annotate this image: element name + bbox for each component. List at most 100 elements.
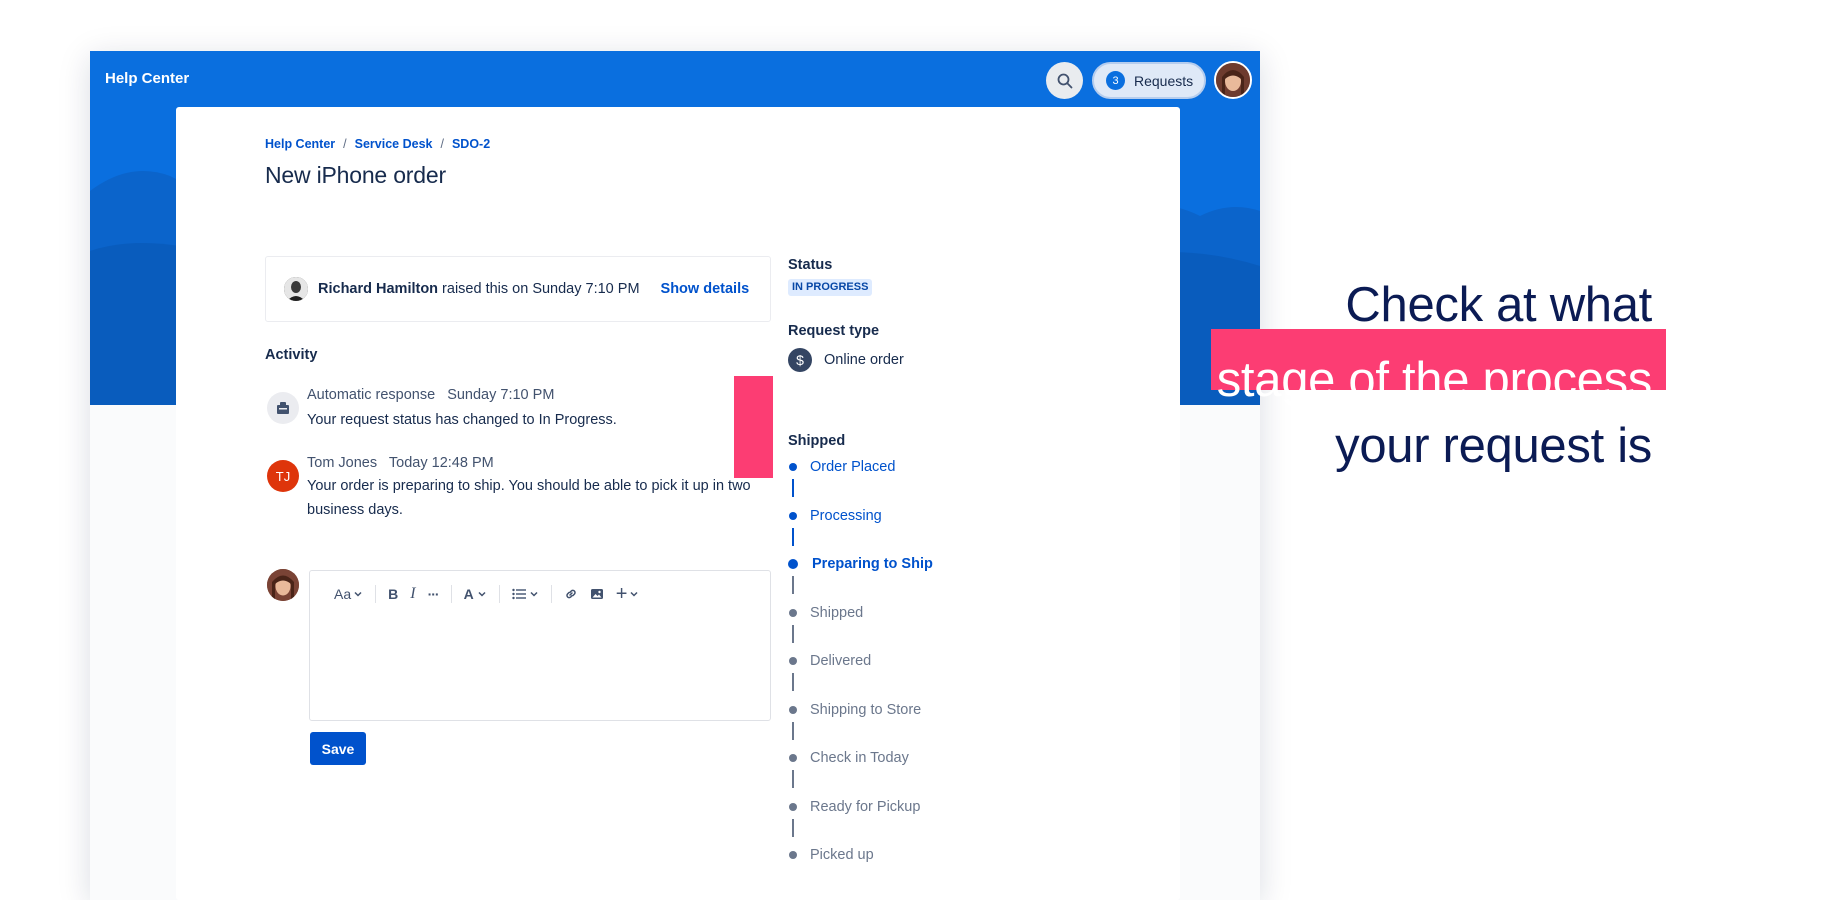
request-type-value: Online order [824, 352, 904, 368]
breadcrumb: Help Center / Service Desk / SDO-2 [265, 137, 490, 151]
link-icon [565, 589, 576, 599]
timeline-connector [792, 721, 794, 740]
breadcrumb-separator: / [343, 137, 347, 151]
image-icon [590, 589, 603, 599]
activity-body: Automatic response Sunday 7:10 PM Your r… [307, 387, 777, 432]
show-details-link[interactable]: Show details [661, 281, 750, 297]
request-type-label: Request type [788, 323, 880, 339]
timeline-connector [792, 479, 794, 497]
timeline-step-label: Ready for Pickup [810, 798, 921, 815]
text-style-label: Aa [334, 586, 352, 602]
activity-text: Your request status has changed to In Pr… [307, 412, 617, 428]
timeline-step-label: Picked up [810, 847, 874, 863]
headline-line-3: your request is [1335, 419, 1652, 473]
toolbar-divider [450, 585, 452, 603]
search-button[interactable] [1046, 62, 1083, 99]
editor-toolbar: Aa B I ··· A + [334, 582, 651, 606]
timeline-dot [789, 608, 797, 617]
timeline-connector [792, 818, 794, 837]
requests-label: Requests [1134, 72, 1194, 89]
status-badge: IN PROGRESS [788, 279, 873, 296]
headline-line-2: stage of the process [1216, 353, 1653, 407]
timeline-dot [789, 657, 797, 665]
browser-frame: Help Center 3 Requests Help Center / Ser… [90, 51, 1260, 900]
avatar-portrait-icon [284, 277, 308, 301]
timeline-connector [792, 624, 794, 643]
toolbar-divider [375, 585, 377, 603]
insert-link-button[interactable] [564, 587, 578, 601]
avatar-portrait-icon [1216, 63, 1250, 97]
insert-more-dropdown[interactable]: + [616, 584, 640, 604]
robot-icon [277, 402, 289, 414]
activity-time: Today 12:48 PM [388, 455, 494, 471]
chevron-down-icon [478, 591, 486, 597]
toolbar-divider [498, 585, 500, 603]
breadcrumb-service-desk[interactable]: Service Desk [355, 137, 433, 151]
timeline-dot [789, 802, 797, 811]
breadcrumb-ticket-id[interactable]: SDO-2 [452, 137, 490, 151]
chevron-down-icon [630, 591, 638, 597]
page-title: New iPhone order [265, 162, 446, 188]
comment-editor[interactable]: Aa B I ··· A + [309, 570, 771, 721]
timeline-connector [792, 673, 794, 691]
request-card: Help Center / Service Desk / SDO-2 New i… [176, 107, 1180, 900]
toolbar-divider [550, 585, 552, 603]
timeline-step-label: Preparing to Ship [812, 556, 933, 572]
current-user-avatar [267, 569, 299, 601]
timeline-connector [792, 576, 794, 594]
bullet-list-icon [512, 588, 526, 600]
timeline-dot [789, 851, 797, 859]
activity-text: Your order is preparing to ship. You sho… [307, 478, 751, 518]
timeline-dot [789, 754, 797, 762]
breadcrumb-help-center[interactable]: Help Center [265, 137, 335, 151]
automation-avatar [267, 392, 299, 424]
save-button[interactable]: Save [310, 732, 366, 765]
chevron-down-icon [354, 591, 362, 597]
activity-header: Tom Jones Today 12:48 PM [307, 455, 777, 471]
requests-count-badge: 3 [1106, 71, 1125, 90]
timeline-connector [792, 770, 794, 788]
headline-line-1: Check at what [1345, 278, 1652, 332]
timeline-step-label: Processing [810, 507, 882, 524]
chevron-down-icon [530, 591, 538, 597]
timeline-step-label: Check in Today [810, 750, 909, 766]
timeline-step-label: Shipped [810, 604, 864, 621]
timeline-dot [788, 559, 798, 569]
request-type: $ Online order [788, 348, 904, 372]
activity-author: Tom Jones [307, 455, 378, 471]
raiser-avatar [284, 277, 308, 301]
timeline-dot [789, 511, 797, 520]
text-color-label: A [463, 586, 474, 602]
timeline-label: Shipped [788, 433, 846, 449]
activity-author: Automatic response [307, 387, 436, 403]
timeline-step-label: Order Placed [810, 459, 896, 475]
search-icon [1057, 73, 1072, 88]
top-navigation: Help Center 3 Requests [90, 51, 1260, 107]
dollar-icon: $ [788, 348, 812, 372]
raiser-name: Richard Hamilton [318, 281, 439, 297]
timeline-dot [789, 463, 797, 471]
requests-button[interactable]: 3 Requests [1092, 62, 1206, 99]
breadcrumb-separator: / [440, 137, 444, 151]
activity-body: Tom Jones Today 12:48 PM Your order is p… [307, 455, 777, 522]
user-avatar[interactable] [1214, 61, 1252, 99]
activity-heading: Activity [265, 347, 318, 363]
italic-button[interactable]: I [410, 585, 415, 603]
stage: Help Center 3 Requests Help Center / Ser… [0, 0, 1840, 900]
text-style-dropdown[interactable]: Aa [334, 586, 363, 602]
accent-marker-decoration [734, 376, 773, 478]
raised-by-summary: Richard Hamilton raised this on Sunday 7… [265, 256, 771, 322]
site-title[interactable]: Help Center [105, 70, 189, 87]
text-color-dropdown[interactable]: A [464, 586, 487, 602]
avatar-portrait-icon [267, 569, 299, 601]
activity-time: Sunday 7:10 PM [447, 387, 555, 403]
more-formatting-button[interactable]: ··· [428, 586, 440, 602]
raised-text: raised this on Sunday 7:10 PM [442, 281, 640, 297]
timeline-step-label: Delivered [810, 653, 872, 669]
timeline-connector [792, 527, 794, 546]
insert-image-button[interactable] [590, 587, 604, 601]
timeline-step-label: Shipping to Store [810, 701, 922, 718]
add-icon: + [615, 583, 628, 605]
bold-button[interactable]: B [388, 586, 398, 602]
list-dropdown[interactable] [512, 588, 539, 600]
